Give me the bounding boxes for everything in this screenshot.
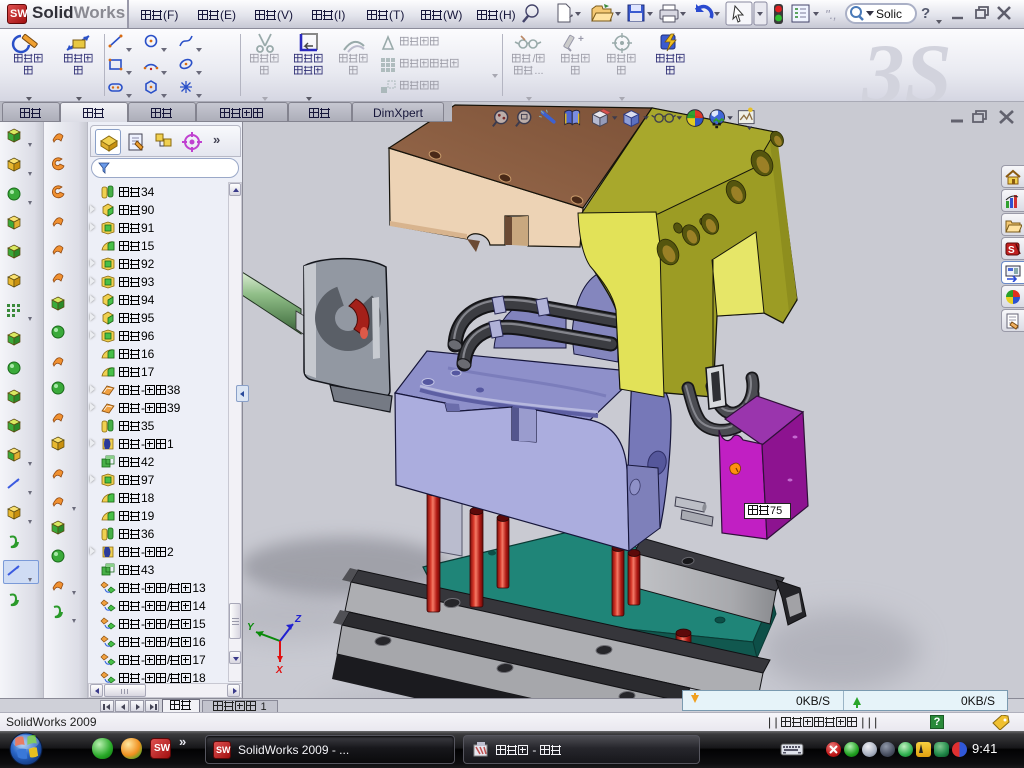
svg-text:+: + — [578, 34, 584, 45]
svg-text:Z: Z — [294, 614, 302, 625]
svg-text:S: S — [1008, 245, 1015, 256]
svg-text:".,: "., — [825, 7, 837, 22]
svg-text:Solic: Solic — [876, 7, 902, 21]
svg-text:X: X — [275, 665, 284, 676]
